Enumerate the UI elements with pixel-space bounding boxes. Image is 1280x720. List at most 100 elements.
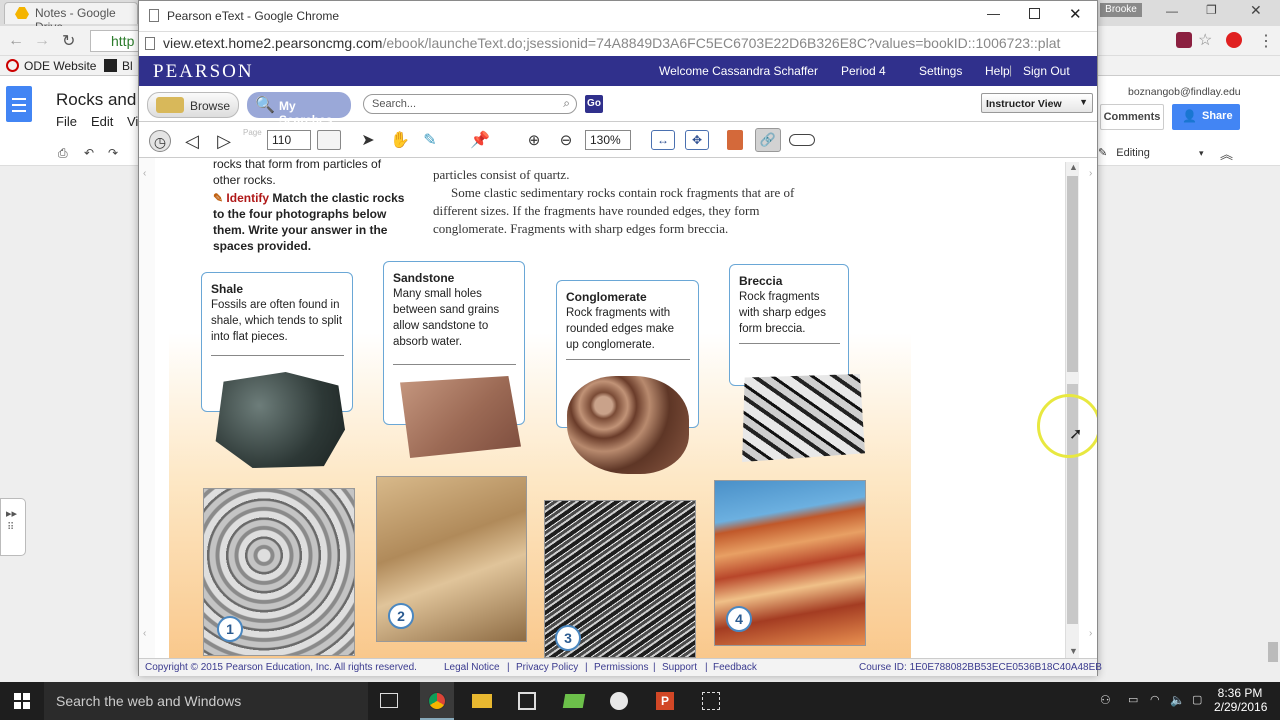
glasses-icon[interactable] (789, 134, 815, 146)
prev-page-icon[interactable]: ◁ (181, 130, 203, 152)
windows-start-icon[interactable] (14, 693, 30, 709)
popup-url[interactable]: view.etext.home2.pearsoncmg.com/ebook/la… (139, 31, 1097, 55)
course-id: Course ID: 1E0E788082BB53ECE0536B18C40A4… (859, 662, 1102, 673)
pushpin-icon[interactable]: 📌 (469, 130, 491, 152)
share-user-icon: 👤 (1182, 109, 1197, 123)
scrollbar-thumb[interactable] (1067, 176, 1078, 372)
bookmark-icon[interactable] (727, 130, 743, 150)
close-icon[interactable]: ✕ (1069, 5, 1082, 23)
clock-date: 2/29/2016 (1214, 700, 1268, 714)
pointer-icon[interactable]: ➤ (357, 130, 379, 152)
bg-close-icon[interactable]: ✕ (1250, 2, 1262, 19)
answer-line (393, 364, 516, 365)
hand-icon[interactable]: ✋ (389, 130, 411, 152)
privacy-policy-link[interactable]: Privacy Policy (516, 662, 578, 673)
book-icon (156, 97, 184, 113)
battery-icon[interactable]: ▭ (1128, 693, 1138, 706)
card-text: Rock fragments with sharp edges form bre… (739, 291, 826, 335)
star-icon[interactable]: ☆ (1198, 30, 1212, 50)
bookmark-ode[interactable]: ODE Website (24, 59, 96, 73)
task-view-icon[interactable] (380, 693, 398, 708)
settings-link[interactable]: Settings (919, 64, 962, 78)
next-page-icon[interactable]: ▷ (213, 130, 235, 152)
file-explorer-icon[interactable] (472, 694, 492, 708)
docs-icon[interactable] (6, 86, 32, 122)
two-page-icon[interactable] (317, 130, 341, 150)
account-email[interactable]: boznangob@findlay.edu (1128, 86, 1241, 98)
reload-icon[interactable]: ↻ (62, 31, 75, 51)
undo-icon[interactable]: ↶ (84, 146, 94, 160)
browse-tab[interactable]: Browse (147, 92, 239, 118)
support-link[interactable]: Support (662, 662, 697, 673)
sign-out-link[interactable]: Sign Out (1023, 64, 1070, 78)
clock[interactable]: 8:36 PM 2/29/2016 (1214, 686, 1268, 714)
redo-icon[interactable]: ↷ (108, 146, 118, 160)
itunes-icon[interactable] (610, 692, 628, 710)
doc-menu-view[interactable]: Vi (127, 114, 138, 129)
volume-icon[interactable]: 🔈 (1170, 693, 1185, 707)
app-icon[interactable] (562, 694, 586, 708)
view-select[interactable]: Instructor View ▼ (981, 93, 1093, 113)
home-icon[interactable]: ◷ (149, 130, 171, 152)
link-icon[interactable]: 🔗 (755, 128, 781, 152)
scroll-down-icon[interactable]: ▼ (1069, 646, 1078, 656)
taskbar-search[interactable]: Search the web and Windows (44, 682, 368, 720)
extension-icon[interactable] (1176, 32, 1192, 48)
zoom-in-icon[interactable]: ⊕ (523, 130, 545, 152)
help-link[interactable]: Help (985, 64, 1010, 78)
page-left-arrow-icon[interactable]: ‹ (143, 168, 146, 179)
store-icon[interactable] (518, 692, 536, 710)
share-button[interactable]: 👤 Share (1172, 104, 1240, 130)
doc-menu-file[interactable]: File (56, 114, 77, 129)
doc-title[interactable]: Rocks and (56, 90, 136, 110)
background-tab[interactable]: Notes - Google Drive (4, 2, 138, 34)
feedback-link[interactable]: Feedback (713, 662, 757, 673)
fit-width-icon[interactable]: ↔ (651, 130, 675, 150)
page-right-arrow-bottom-icon[interactable]: › (1089, 628, 1092, 639)
zoom-out-icon[interactable]: ⊖ (555, 130, 577, 152)
page-left-arrow-bottom-icon[interactable]: ‹ (143, 628, 146, 639)
side-panel-toggle[interactable]: ▸▸ ⠿ (0, 498, 26, 556)
legal-notice-link[interactable]: Legal Notice (444, 662, 500, 673)
people-icon[interactable]: ⚇ (1100, 693, 1111, 707)
page-number-input[interactable]: 110 (267, 130, 311, 150)
bg-minimize-icon[interactable]: — (1166, 4, 1178, 18)
opera-icon[interactable] (1226, 32, 1242, 48)
footer-separator: | (705, 662, 708, 673)
chrome-taskbar-button[interactable] (420, 682, 454, 720)
message-icon[interactable]: ▢ (1192, 693, 1202, 706)
doc-scrollbar-thumb[interactable] (1268, 642, 1278, 662)
editing-mode[interactable]: ✎ Editing ▾ (1098, 146, 1204, 159)
page-right-arrow-icon[interactable]: › (1089, 168, 1092, 179)
bg-url-field[interactable]: http (90, 30, 140, 52)
collapse-icon[interactable]: ︽ (1220, 144, 1233, 163)
bg-restore-icon[interactable]: ❐ (1206, 3, 1217, 17)
maximize-icon[interactable] (1029, 8, 1040, 19)
identify-label: Identify (226, 191, 270, 205)
pearson-nav: Browse 🔍 My Searches Search... ⌕ Go Inst… (139, 86, 1097, 127)
scroll-up-icon[interactable]: ▲ (1069, 162, 1078, 172)
period-text: Period 4 (841, 64, 886, 78)
zoom-level-input[interactable]: 130% (585, 130, 631, 150)
back-icon[interactable]: ← (8, 32, 24, 50)
doc-menu-edit[interactable]: Edit (91, 114, 113, 129)
chevron-down-icon: ▾ (1198, 148, 1204, 158)
go-button[interactable]: Go (585, 95, 603, 113)
minimize-icon[interactable]: — (987, 6, 1000, 21)
permissions-link[interactable]: Permissions (594, 662, 648, 673)
forward-icon[interactable]: → (34, 32, 50, 50)
menu-icon[interactable]: ⋮ (1258, 31, 1274, 51)
fit-page-icon[interactable]: ✥ (685, 130, 709, 150)
card-title: Conglomerate (566, 290, 647, 304)
comments-button[interactable]: Comments (1100, 104, 1164, 130)
highlighter-icon[interactable]: ✎ (419, 130, 441, 152)
powerpoint-icon[interactable]: P (656, 692, 674, 710)
user-badge[interactable]: Brooke (1100, 3, 1142, 17)
search-input[interactable]: Search... ⌕ (363, 94, 577, 114)
print-icon[interactable]: ⎙ (58, 146, 68, 161)
wifi-icon[interactable]: ◠ (1150, 693, 1160, 706)
snipping-tool-icon[interactable] (702, 692, 720, 710)
reader-toolbar: ◷ ◁ ▷ Page 110 ➤ ✋ ✎ 📌 ⊕ ⊖ 130% ↔ ✥ 🔗 (139, 122, 1097, 158)
bookmark-bl[interactable]: Bl (122, 59, 133, 73)
my-searches-tab[interactable]: 🔍 My Searches (247, 92, 351, 127)
